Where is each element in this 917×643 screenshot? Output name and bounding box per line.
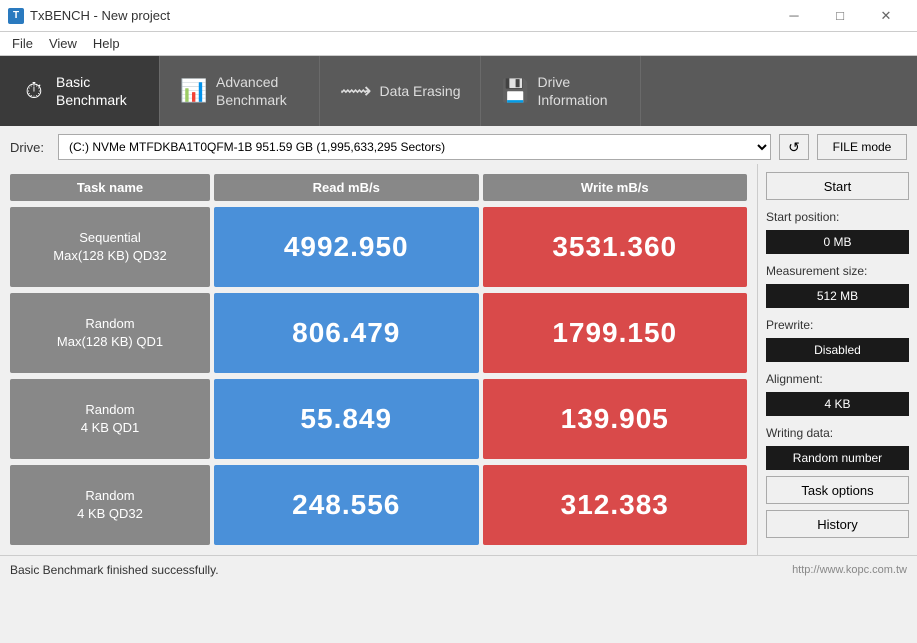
table-row: SequentialMax(128 KB) QD32 4992.950 3531… <box>10 207 747 287</box>
drive-label: Drive: <box>10 140 50 155</box>
data-erasing-label: Data Erasing <box>380 82 461 100</box>
prewrite-value: Disabled <box>766 338 909 362</box>
basic-benchmark-label: BasicBenchmark <box>56 73 127 109</box>
drive-refresh-button[interactable]: ↺ <box>779 134 809 160</box>
table-row: Random4 KB QD32 248.556 312.383 <box>10 465 747 545</box>
writing-data-value: Random number <box>766 446 909 470</box>
basic-benchmark-icon: ⏱ <box>20 78 48 104</box>
data-erasing-icon: ⟿ <box>340 78 372 104</box>
row-write-1: 1799.150 <box>483 293 748 373</box>
window-title: TxBENCH - New project <box>30 8 170 23</box>
tab-basic-benchmark[interactable]: ⏱ BasicBenchmark <box>0 56 160 126</box>
title-bar: T TxBENCH - New project ─ □ ✕ <box>0 0 917 32</box>
alignment-label: Alignment: <box>766 372 909 386</box>
table-row: RandomMax(128 KB) QD1 806.479 1799.150 <box>10 293 747 373</box>
menu-file[interactable]: File <box>4 33 41 55</box>
measurement-size-value: 512 MB <box>766 284 909 308</box>
table-row: Random4 KB QD1 55.849 139.905 <box>10 379 747 459</box>
tab-drive-information[interactable]: 💾 DriveInformation <box>481 56 641 126</box>
status-bar: Basic Benchmark finished successfully. h… <box>0 555 917 583</box>
maximize-button[interactable]: □ <box>817 0 863 32</box>
toolbar: ⏱ BasicBenchmark 📊 AdvancedBenchmark ⟿ D… <box>0 56 917 126</box>
app-icon: T <box>8 8 24 24</box>
status-message: Basic Benchmark finished successfully. <box>10 563 219 577</box>
drive-information-icon: 💾 <box>501 78 529 104</box>
row-write-0: 3531.360 <box>483 207 748 287</box>
row-write-2: 139.905 <box>483 379 748 459</box>
measurement-size-label: Measurement size: <box>766 264 909 278</box>
close-button[interactable]: ✕ <box>863 0 909 32</box>
menu-view[interactable]: View <box>41 33 85 55</box>
tab-advanced-benchmark[interactable]: 📊 AdvancedBenchmark <box>160 56 320 126</box>
history-button[interactable]: History <box>766 510 909 538</box>
benchmark-panel: Task name Read mB/s Write mB/s Sequentia… <box>0 164 757 555</box>
menu-bar: File View Help <box>0 32 917 56</box>
advanced-benchmark-icon: 📊 <box>180 78 208 104</box>
row-label-3: Random4 KB QD32 <box>10 465 210 545</box>
row-label-2: Random4 KB QD1 <box>10 379 210 459</box>
row-label-0: SequentialMax(128 KB) QD32 <box>10 207 210 287</box>
settings-panel: Start Start position: 0 MB Measurement s… <box>757 164 917 555</box>
row-label-1: RandomMax(128 KB) QD1 <box>10 293 210 373</box>
row-read-2: 55.849 <box>214 379 479 459</box>
header-read: Read mB/s <box>214 174 479 201</box>
status-url: http://www.kopc.com.tw <box>792 564 907 576</box>
title-bar-left: T TxBENCH - New project <box>8 8 170 24</box>
writing-data-label: Writing data: <box>766 426 909 440</box>
start-position-value: 0 MB <box>766 230 909 254</box>
row-read-1: 806.479 <box>214 293 479 373</box>
tab-data-erasing[interactable]: ⟿ Data Erasing <box>320 56 481 126</box>
drive-select[interactable]: (C:) NVMe MTFDKBA1T0QFM-1B 951.59 GB (1,… <box>58 134 771 160</box>
start-position-label: Start position: <box>766 210 909 224</box>
row-write-3: 312.383 <box>483 465 748 545</box>
header-task: Task name <box>10 174 210 201</box>
benchmark-table: Task name Read mB/s Write mB/s Sequentia… <box>10 174 747 545</box>
row-read-3: 248.556 <box>214 465 479 545</box>
alignment-value: 4 KB <box>766 392 909 416</box>
advanced-benchmark-label: AdvancedBenchmark <box>216 73 287 109</box>
menu-help[interactable]: Help <box>85 33 128 55</box>
drive-row: Drive: (C:) NVMe MTFDKBA1T0QFM-1B 951.59… <box>0 126 917 164</box>
minimize-button[interactable]: ─ <box>771 0 817 32</box>
prewrite-label: Prewrite: <box>766 318 909 332</box>
start-button[interactable]: Start <box>766 172 909 200</box>
drive-information-label: DriveInformation <box>537 73 607 109</box>
table-header: Task name Read mB/s Write mB/s <box>10 174 747 201</box>
window-controls: ─ □ ✕ <box>771 0 909 32</box>
file-mode-button[interactable]: FILE mode <box>817 134 907 160</box>
header-write: Write mB/s <box>483 174 748 201</box>
task-options-button[interactable]: Task options <box>766 476 909 504</box>
row-read-0: 4992.950 <box>214 207 479 287</box>
